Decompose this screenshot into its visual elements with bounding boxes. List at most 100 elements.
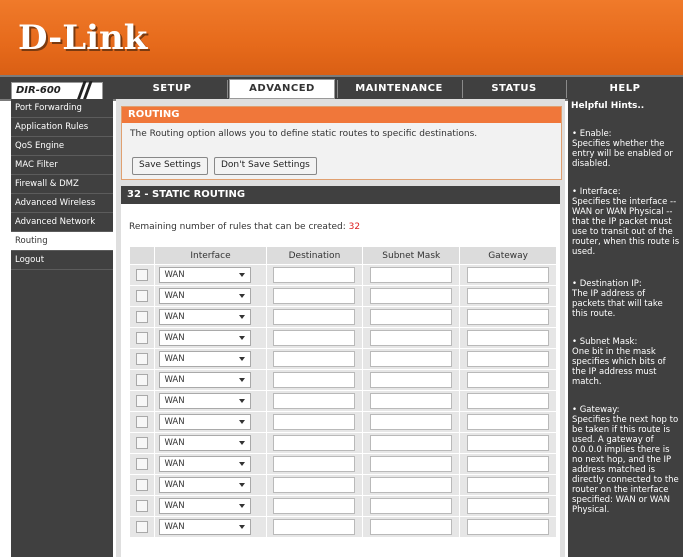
enable-checkbox[interactable]: [136, 374, 149, 386]
interface-select[interactable]: WAN: [159, 330, 252, 346]
tab-status[interactable]: STATUS: [465, 80, 563, 98]
destination-input[interactable]: [273, 330, 356, 346]
destination-input[interactable]: [273, 267, 356, 283]
subnet-mask-input[interactable]: [370, 456, 453, 472]
interface-select[interactable]: WAN: [159, 498, 252, 514]
subnet-mask-input[interactable]: [370, 498, 453, 514]
tab-advanced[interactable]: ADVANCED: [229, 79, 335, 99]
routing-description: The Routing option allows you to define …: [130, 129, 478, 139]
gateway-input[interactable]: [467, 330, 550, 346]
interface-select[interactable]: WAN: [159, 393, 252, 409]
tab-divider: [462, 80, 463, 98]
sidebar-item-firewall-dmz[interactable]: Firewall & DMZ: [11, 175, 113, 194]
interface-cell: WAN: [154, 348, 267, 370]
gateway-cell: [459, 327, 557, 349]
sidebar-item-application-rules[interactable]: Application Rules: [11, 118, 113, 137]
subnet-mask-input[interactable]: [370, 393, 453, 409]
gateway-input[interactable]: [467, 414, 550, 430]
interface-select[interactable]: WAN: [159, 414, 252, 430]
enable-checkbox[interactable]: [136, 479, 149, 491]
gateway-input[interactable]: [467, 519, 550, 535]
destination-input[interactable]: [273, 309, 356, 325]
interface-select[interactable]: WAN: [159, 477, 252, 493]
subnet-mask-input[interactable]: [370, 519, 453, 535]
tab-maintenance[interactable]: MAINTENANCE: [340, 80, 458, 98]
sidebar-item-qos-engine[interactable]: QoS Engine: [11, 137, 113, 156]
subnet-mask-input[interactable]: [370, 267, 453, 283]
destination-input[interactable]: [273, 393, 356, 409]
enable-checkbox[interactable]: [136, 437, 149, 449]
enable-cell: [128, 474, 156, 496]
enable-checkbox[interactable]: [136, 353, 149, 365]
enable-checkbox[interactable]: [136, 332, 149, 344]
gateway-input[interactable]: [467, 393, 550, 409]
interface-select[interactable]: WAN: [159, 435, 252, 451]
enable-checkbox[interactable]: [136, 500, 149, 512]
enable-checkbox[interactable]: [136, 521, 149, 533]
destination-input[interactable]: [273, 435, 356, 451]
gateway-input[interactable]: [467, 456, 550, 472]
destination-input[interactable]: [273, 414, 356, 430]
subnet-mask-input[interactable]: [370, 288, 453, 304]
interface-select[interactable]: WAN: [159, 309, 252, 325]
interface-cell: WAN: [154, 306, 267, 328]
destination-input[interactable]: [273, 351, 356, 367]
destination-input[interactable]: [273, 519, 356, 535]
hint-gateway: • Gateway: Specifies the next hop to be …: [572, 405, 679, 515]
enable-checkbox[interactable]: [136, 458, 149, 470]
destination-input[interactable]: [273, 372, 356, 388]
destination-input[interactable]: [273, 477, 356, 493]
interface-select[interactable]: WAN: [159, 456, 252, 472]
gateway-input[interactable]: [467, 435, 550, 451]
destination-input[interactable]: [273, 498, 356, 514]
sidebar-item-port-forwarding[interactable]: Port Forwarding: [11, 99, 113, 118]
subnet-mask-input[interactable]: [370, 477, 453, 493]
interface-select[interactable]: WAN: [159, 267, 252, 283]
gateway-input[interactable]: [467, 477, 550, 493]
destination-cell: [265, 285, 364, 307]
sidebar-item-logout[interactable]: Logout: [11, 251, 113, 270]
subnet-mask-cell: [362, 264, 461, 286]
interface-select[interactable]: WAN: [159, 372, 252, 388]
gateway-input[interactable]: [467, 372, 550, 388]
gateway-input[interactable]: [467, 309, 550, 325]
route-rows: WAN WAN WAN WAN WAN WAN WAN WAN WAN WAN WAN WAN WAN: [128, 264, 557, 538]
interface-select[interactable]: WAN: [159, 519, 252, 535]
enable-cell: [128, 369, 156, 391]
enable-checkbox[interactable]: [136, 269, 149, 281]
interface-cell: WAN: [154, 495, 267, 517]
gateway-input[interactable]: [467, 288, 550, 304]
tab-setup[interactable]: SETUP: [120, 80, 224, 98]
gateway-input[interactable]: [467, 498, 550, 514]
sidebar-item-routing[interactable]: Routing: [11, 232, 113, 251]
subnet-mask-input[interactable]: [370, 330, 453, 346]
subnet-mask-input[interactable]: [370, 414, 453, 430]
dont-save-settings-button[interactable]: Don't Save Settings: [214, 157, 317, 175]
subnet-mask-input[interactable]: [370, 309, 453, 325]
table-row: WAN: [128, 306, 557, 328]
enable-checkbox[interactable]: [136, 290, 149, 302]
gateway-input[interactable]: [467, 351, 550, 367]
interface-select[interactable]: WAN: [159, 351, 252, 367]
destination-input[interactable]: [273, 288, 356, 304]
subnet-mask-input[interactable]: [370, 372, 453, 388]
gateway-input[interactable]: [467, 267, 550, 283]
table-row: WAN: [128, 390, 557, 412]
subnet-mask-input[interactable]: [370, 351, 453, 367]
sidebar-item-advanced-network[interactable]: Advanced Network: [11, 213, 113, 232]
interface-select[interactable]: WAN: [159, 288, 252, 304]
sidebar-item-mac-filter[interactable]: MAC Filter: [11, 156, 113, 175]
tab-help[interactable]: HELP: [570, 80, 680, 98]
save-settings-button[interactable]: Save Settings: [132, 157, 208, 175]
enable-checkbox[interactable]: [136, 416, 149, 428]
destination-input[interactable]: [273, 456, 356, 472]
enable-cell: [128, 453, 156, 475]
subnet-mask-input[interactable]: [370, 435, 453, 451]
enable-cell: [128, 495, 156, 517]
enable-checkbox[interactable]: [136, 395, 149, 407]
enable-checkbox[interactable]: [136, 311, 149, 323]
gateway-column-header: Gateway: [459, 246, 557, 265]
sidebar-item-advanced-wireless[interactable]: Advanced Wireless: [11, 194, 113, 213]
subnet-mask-cell: [362, 390, 461, 412]
enable-cell: [128, 285, 156, 307]
